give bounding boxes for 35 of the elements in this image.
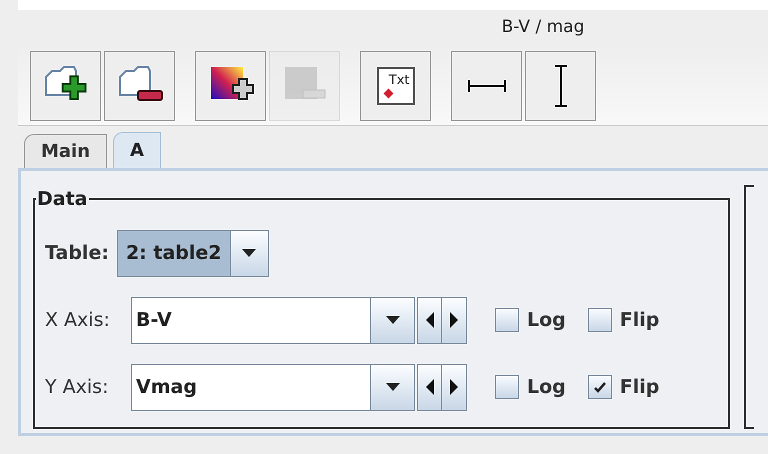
field-label: Y Axis:	[45, 374, 110, 400]
dropdown-arrow-icon	[242, 249, 256, 257]
toolbar-button[interactable]	[451, 50, 522, 120]
previous-column-button[interactable]	[418, 364, 442, 410]
next-column-button[interactable]	[442, 364, 466, 410]
field-label: X Axis:	[45, 308, 111, 333]
toolbar-button[interactable]	[104, 50, 175, 120]
tab[interactable]: Main	[24, 134, 108, 168]
text-label-icon: Txt	[376, 66, 414, 104]
tab[interactable]: A	[113, 132, 161, 168]
toolbar-button[interactable]	[195, 50, 266, 120]
previous-column-button[interactable]	[418, 298, 442, 342]
axis-label: B-V / mag	[502, 16, 584, 40]
axis-dropdown[interactable]: B-V	[131, 296, 415, 344]
group-title: Data	[36, 187, 88, 212]
right-triangle-icon	[450, 379, 458, 395]
next-column-button[interactable]	[442, 298, 466, 342]
horizontal-error-bar-icon	[466, 78, 506, 92]
toolbar-button[interactable]: Txt	[360, 50, 431, 120]
left-triangle-icon	[426, 379, 434, 395]
toolbar-button[interactable]	[525, 50, 596, 120]
checkbox[interactable]: Flip	[588, 306, 660, 334]
checkbox[interactable]: Log	[495, 306, 566, 334]
table-dropdown[interactable]: 2: table2	[116, 230, 268, 276]
dropdown-arrow-icon	[386, 316, 400, 324]
dropdown-arrow-icon	[386, 383, 400, 391]
checkbox[interactable]: Flip	[588, 372, 660, 402]
right-triangle-icon	[450, 312, 458, 328]
toolbar-button[interactable]	[30, 50, 101, 120]
left-triangle-icon	[426, 312, 434, 328]
checkbox[interactable]: Log	[495, 372, 566, 402]
vertical-error-bar-icon	[554, 64, 568, 108]
field-label: Table:	[45, 240, 109, 266]
check-icon	[592, 381, 607, 393]
axis-dropdown[interactable]: Vmag	[131, 364, 415, 410]
